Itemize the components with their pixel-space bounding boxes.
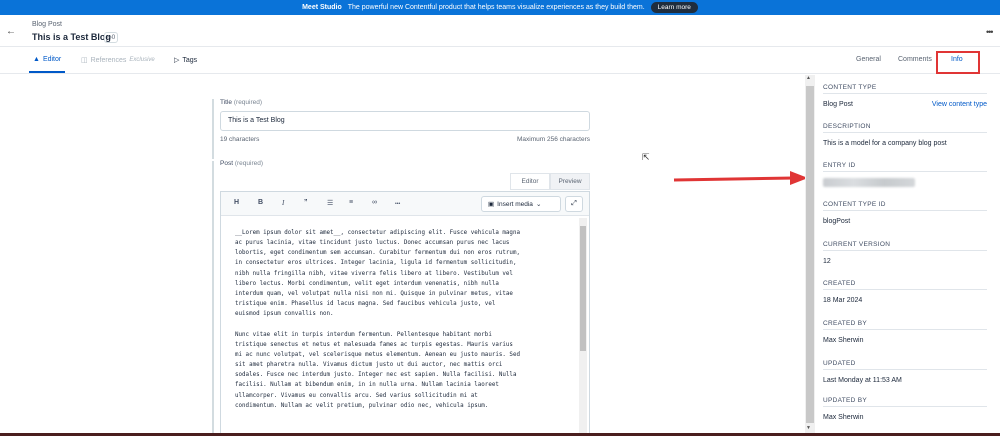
tab-references-label: References xyxy=(90,56,127,64)
meta-created: CREATED 18 Mar 2024 xyxy=(823,280,987,304)
updated-value: Last Monday at 11:53 AM xyxy=(823,377,902,384)
current-version-heading: CURRENT VERSION xyxy=(823,241,987,251)
tab-editor[interactable]: ▲ Editor xyxy=(28,56,66,73)
meta-content-type-id: CONTENT TYPE ID blogPost xyxy=(823,201,987,225)
breadcrumb: Blog Post xyxy=(32,21,62,28)
created-value: 18 Mar 2024 xyxy=(823,297,863,304)
post-label: Post (required) xyxy=(220,160,590,167)
created-by-heading: CREATED BY xyxy=(823,320,987,330)
post-field: Post (required) xyxy=(220,160,590,167)
entry-header: ← Blog Post This is a Test Blog ∞0 ••• xyxy=(0,15,1000,47)
tab-general[interactable]: General xyxy=(856,56,881,63)
meta-current-version: CURRENT VERSION 12 xyxy=(823,241,987,265)
markdown-toolbar: H B I ” ☰ ≡ ∞ ••• ▣ Insert media ⌄ ⤢ xyxy=(221,192,589,216)
title-char-count: 19 characters xyxy=(220,136,260,143)
promo-banner: Meet Studio The powerful new Contentful … xyxy=(0,0,1000,15)
meta-created-by: CREATED BY Max Sherwin xyxy=(823,320,987,344)
title-field-marker xyxy=(212,99,214,159)
meta-entry-id: ENTRY ID xyxy=(823,162,987,187)
title-required: (required) xyxy=(233,99,263,106)
tab-tags[interactable]: ▷ Tags xyxy=(174,56,198,65)
meta-updated: UPDATED Last Monday at 11:53 AM xyxy=(823,360,987,384)
view-content-type-link[interactable]: View content type xyxy=(932,101,987,108)
content-type-id-value: blogPost xyxy=(823,218,851,225)
red-arrow-annotation xyxy=(673,171,808,185)
tab-editor-label: Editor xyxy=(42,56,62,63)
created-by-value: Max Sherwin xyxy=(823,337,864,344)
ellipsis-icon[interactable]: ••• xyxy=(986,27,994,37)
reference-count-badge: ∞0 xyxy=(104,32,119,43)
title-field: Title (required) This is a Test Blog 19 … xyxy=(220,99,590,143)
title-label-text: Title xyxy=(220,99,233,106)
exclusive-badge: Exclusive xyxy=(129,57,155,63)
reference-count: 0 xyxy=(111,34,116,41)
heading-button[interactable]: H xyxy=(234,199,239,206)
scroll-down-icon[interactable]: ▼ xyxy=(806,425,811,431)
updated-by-value: Max Sherwin xyxy=(823,414,864,421)
title-hint: 19 characters Maximum 256 characters xyxy=(220,136,590,143)
editor-icon: ▲ xyxy=(33,56,40,63)
post-body-text[interactable]: __Lorem ipsum dolor sit amet__, consecte… xyxy=(235,228,565,411)
editor-mode-tabs: Editor Preview xyxy=(510,173,590,190)
more-options-icon[interactable]: ••• xyxy=(395,201,400,207)
mouse-cursor-icon: ⇱ xyxy=(642,152,650,162)
markdown-editor[interactable]: H B I ” ☰ ≡ ∞ ••• ▣ Insert media ⌄ ⤢ __L… xyxy=(220,191,590,436)
tab-tags-label: Tags xyxy=(182,56,198,64)
insert-media-label: Insert media xyxy=(497,200,533,208)
chevron-down-icon: ⌄ xyxy=(535,201,542,208)
editor-tabs: ▲ Editor ◫ References Exclusive ▷ Tags xyxy=(0,48,815,74)
description-heading: DESCRIPTION xyxy=(823,123,987,133)
numbered-list-icon[interactable]: ≡ xyxy=(349,199,353,206)
editor-scroll-thumb[interactable] xyxy=(580,226,586,351)
link-icon[interactable]: ∞ xyxy=(372,199,377,206)
description-value: This is a model for a company blog post xyxy=(823,140,947,147)
scroll-up-icon[interactable]: ▲ xyxy=(806,75,811,81)
tab-comments[interactable]: Comments xyxy=(898,56,932,63)
learn-more-button[interactable]: Learn more xyxy=(650,2,698,13)
tab-references[interactable]: ◫ References Exclusive xyxy=(81,56,155,65)
created-heading: CREATED xyxy=(823,280,987,290)
entry-id-redacted xyxy=(823,178,915,187)
mode-preview-tab[interactable]: Preview xyxy=(550,173,590,190)
updated-heading: UPDATED xyxy=(823,360,987,370)
references-icon: ◫ xyxy=(81,57,88,64)
bold-button[interactable]: B xyxy=(258,199,263,206)
expand-icon[interactable]: ⤢ xyxy=(565,196,583,212)
title-input[interactable]: This is a Test Blog xyxy=(220,111,590,131)
meta-content-type: CONTENT TYPE Blog Post View content type xyxy=(823,84,987,108)
meta-updated-by: UPDATED BY Max Sherwin xyxy=(823,397,987,421)
title-max-chars: Maximum 256 characters xyxy=(517,136,590,143)
tag-icon: ▷ xyxy=(174,57,180,64)
italic-button[interactable]: I xyxy=(282,199,284,207)
post-label-text: Post xyxy=(220,160,234,167)
banner-title: Meet Studio xyxy=(302,4,342,11)
insert-media-button[interactable]: ▣ Insert media ⌄ xyxy=(481,196,561,212)
entry-id-heading: ENTRY ID xyxy=(823,162,987,172)
updated-by-heading: UPDATED BY xyxy=(823,397,987,407)
current-version-value: 12 xyxy=(823,258,831,265)
post-required: (required) xyxy=(234,160,264,167)
content-type-value: Blog Post xyxy=(823,101,853,108)
banner-text: The powerful new Contentful product that… xyxy=(347,4,645,11)
sidebar-scroll-thumb[interactable] xyxy=(806,86,814,423)
content-type-row: Blog Post View content type xyxy=(823,101,987,108)
meta-description: DESCRIPTION This is a model for a compan… xyxy=(823,123,987,147)
info-sidebar: CONTENT TYPE Blog Post View content type … xyxy=(815,75,1000,436)
mode-editor-tab[interactable]: Editor xyxy=(510,173,550,190)
page-title: This is a Test Blog xyxy=(32,32,111,42)
bullet-list-icon[interactable]: ☰ xyxy=(327,199,333,207)
info-tab-highlight-box xyxy=(936,51,980,74)
image-icon: ▣ xyxy=(488,201,495,208)
content-type-heading: CONTENT TYPE xyxy=(823,84,987,94)
post-field-marker xyxy=(212,161,214,436)
title-label: Title (required) xyxy=(220,99,590,106)
quote-icon[interactable]: ” xyxy=(304,199,308,206)
editor-main: Title (required) This is a Test Blog 19 … xyxy=(0,75,808,436)
arrow-left-icon[interactable]: ← xyxy=(6,26,16,37)
content-type-id-heading: CONTENT TYPE ID xyxy=(823,201,987,211)
